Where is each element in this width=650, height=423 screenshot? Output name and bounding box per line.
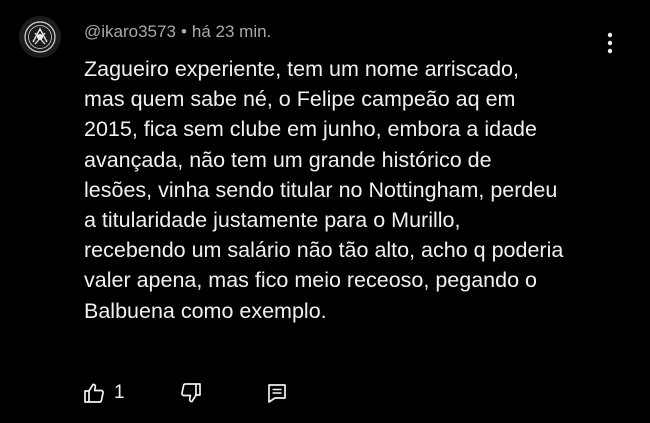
more-vertical-icon (607, 32, 613, 54)
dislike-button[interactable] (176, 378, 206, 408)
comment-line: a titularidade justamente para o Murillo… (84, 208, 461, 233)
comment-line: valer apena, mas fico meio receoso, pega… (84, 268, 537, 293)
reply-comment-icon (268, 384, 286, 403)
header-separator: • (180, 22, 187, 41)
corinthians-crest-icon (24, 21, 56, 53)
comment-line: lesões, vinha sendo titular no Nottingha… (84, 177, 558, 202)
avatar[interactable] (19, 16, 61, 58)
comment-line: 2015, fica sem clube em junho, embora a … (84, 117, 537, 142)
like-count: 1 (114, 382, 125, 403)
like-button[interactable]: 1 (82, 378, 125, 408)
author-name[interactable]: @ikaro3573 (84, 22, 176, 41)
comment-header: @ikaro3573 • há 23 min. (84, 22, 271, 42)
comment-line: avançada, não tem um grande histórico de (84, 147, 492, 172)
comment-body: Zagueiro experiente, tem um nome arrisca… (84, 54, 629, 326)
comment-menu-button[interactable] (600, 30, 620, 56)
comment-time: há 23 min. (191, 22, 272, 41)
comment-line: mas quem sabe né, o Felipe campeão aq em (84, 87, 516, 112)
thumbs-up-icon (84, 383, 104, 403)
reply-button[interactable] (262, 378, 292, 408)
comment-line: Balbuena como exemplo. (84, 298, 327, 323)
comment-line: Zagueiro experiente, tem um nome arrisca… (84, 57, 519, 81)
thumbs-down-icon (181, 383, 201, 403)
comment-actions: 1 (0, 378, 650, 408)
comment-line: recebendo um salário não tão alto, acho … (84, 238, 564, 263)
